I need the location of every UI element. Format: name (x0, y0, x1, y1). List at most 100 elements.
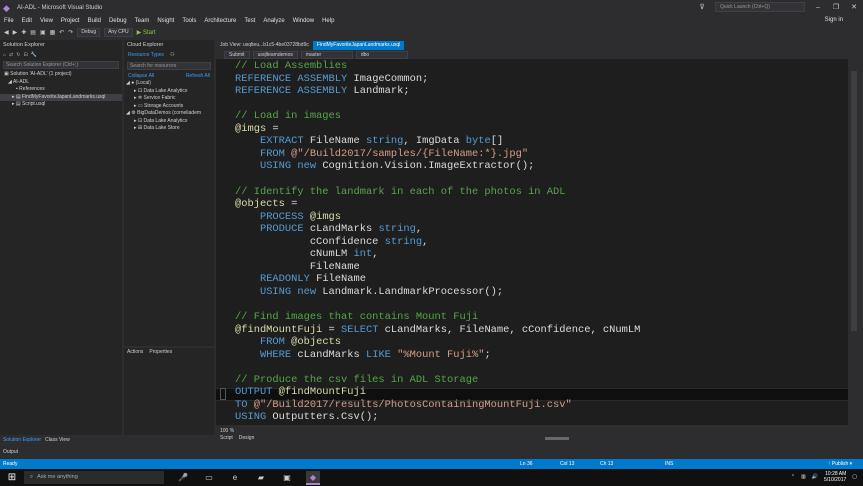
code-line[interactable]: USING new Landmark.LandmarkProcessor(); (235, 286, 503, 299)
microphone-icon[interactable]: 🎤 (176, 471, 190, 485)
account-select[interactable]: usqlteamdemos (252, 50, 298, 59)
code-line[interactable]: FROM @"/Build2017/samples/{FileName:*}.j… (235, 148, 528, 161)
code-editor[interactable]: // Load Assemblies REFERENCE ASSEMBLY Ima… (216, 59, 848, 425)
undo-icon[interactable]: ↶ (59, 29, 64, 36)
vertical-scrollbar-thumb[interactable] (851, 71, 857, 331)
tab-properties[interactable]: Properties (149, 348, 172, 357)
code-line[interactable]: PRODUCE cLandMarks string, (235, 223, 422, 236)
code-line[interactable]: PROCESS @imgs (235, 211, 341, 224)
menu-test[interactable]: Test (244, 18, 255, 24)
cloud-search-input[interactable]: Search for resources (127, 62, 211, 70)
tree-item-solution[interactable]: ▣ Solution 'AI-ADL' (1 project) (0, 71, 122, 79)
open-icon[interactable]: ▤ (30, 29, 36, 36)
code-line[interactable]: EXTRACT FileName string, ImgData byte[] (235, 135, 503, 148)
close-button[interactable]: ✕ (849, 3, 859, 11)
code-line[interactable]: FROM @objects (235, 336, 341, 349)
code-line[interactable]: // Produce the csv files in ADL Storage (235, 374, 478, 387)
code-line[interactable]: TO @"/Build2017/results/PhotosContaining… (235, 399, 572, 412)
windows-start-icon[interactable]: ⊞ (6, 472, 18, 484)
code-line[interactable]: WHERE cLandMarks LIKE "%Mount Fuji%"; (235, 349, 491, 362)
code-line[interactable]: READONLY FileName (235, 273, 366, 286)
store-icon[interactable]: ▣ (280, 471, 294, 485)
code-line[interactable]: OUTPUT @findMountFuji (235, 386, 366, 399)
save-icon[interactable]: ▣ (40, 29, 46, 36)
code-line[interactable]: // Load in images (235, 110, 341, 123)
code-line[interactable]: REFERENCE ASSEMBLY ImageCommon; (235, 73, 428, 86)
output-tab[interactable]: Output (0, 447, 60, 457)
tab-design[interactable]: Design (239, 435, 255, 441)
maximize-button[interactable]: ❐ (831, 3, 841, 11)
redo-icon[interactable]: ↷ (68, 29, 73, 36)
code-line[interactable]: // Load Assemblies (235, 60, 347, 73)
tree-item-data-lake-analytics-2[interactable]: ▸ ⊡ Data Lake Analytics (124, 118, 214, 126)
code-line[interactable]: USING Outputters.Csv(); (235, 411, 378, 424)
code-line[interactable]: // Find images that contains Mount Fuji (235, 311, 478, 324)
save-all-icon[interactable]: ▦ (50, 29, 56, 36)
platform-select[interactable]: Any CPU (104, 27, 133, 37)
code-line[interactable]: cNumLM int, (235, 248, 379, 261)
tree-item-script-file[interactable]: ▸ ▤ Script.usql (0, 101, 122, 109)
tree-item-data-lake-store[interactable]: ▸ ⊞ Data Lake Store (124, 125, 214, 133)
code-line[interactable]: cConfidence string, (235, 236, 429, 249)
visual-studio-taskbar-icon[interactable]: ◆ (306, 470, 320, 485)
taskbar-search-box[interactable]: ⌕ Ask me anything (24, 471, 164, 484)
menu-team[interactable]: Team (135, 18, 150, 24)
menu-window[interactable]: Window (293, 18, 314, 24)
menu-help[interactable]: Help (322, 18, 334, 24)
collapse-icon[interactable]: ⊟ (23, 52, 27, 58)
collapse-all-link[interactable]: Collapse All (128, 72, 154, 80)
menu-analyze[interactable]: Analyze (263, 18, 284, 24)
submit-button[interactable]: Submit (224, 50, 250, 59)
tree-item-data-lake-analytics[interactable]: ▸ ⊡ Data Lake Analytics (124, 88, 214, 96)
menu-debug[interactable]: Debug (109, 18, 127, 24)
menu-project[interactable]: Project (61, 18, 80, 24)
refresh-icon[interactable]: ↻ (16, 52, 20, 58)
sign-in-link[interactable]: Sign in (825, 17, 843, 23)
menu-tools[interactable]: Tools (182, 18, 196, 24)
quick-launch-input[interactable]: Quick Launch (Ctrl+Q) (715, 2, 805, 12)
properties-icon[interactable]: 🔧 (31, 52, 37, 58)
network-icon[interactable]: ▥ (801, 474, 806, 480)
code-line[interactable]: FileName (235, 261, 360, 274)
edge-browser-icon[interactable]: e (228, 471, 242, 485)
schema-select[interactable]: dbo (355, 50, 408, 59)
tab-job-view[interactable]: Job View: usqlteu...b1c5-4be03728bd9c (216, 41, 313, 50)
new-project-icon[interactable]: ✚ (21, 29, 26, 36)
code-line[interactable]: @findMountFuji = SELECT cLandMarks, File… (235, 324, 640, 337)
tab-usql-file[interactable]: FindMyFavoriteJapanLandmarks.usql (312, 41, 405, 50)
code-line[interactable]: @imgs = (235, 123, 279, 136)
tree-item-references[interactable]: ▪ References (0, 86, 122, 94)
menu-nsight[interactable]: Nsight (157, 18, 174, 24)
task-view-icon[interactable]: ▭ (202, 471, 216, 485)
tab-solution-explorer[interactable]: Solution Explorer (3, 437, 41, 443)
file-explorer-icon[interactable]: ▰ (254, 471, 268, 485)
tree-item-local[interactable]: ◢ ● (Local) (124, 80, 214, 88)
code-line[interactable]: REFERENCE ASSEMBLY Landmark; (235, 85, 410, 98)
notifications-icon[interactable]: ▢ (852, 474, 857, 480)
filter-icon[interactable]: ⊽ (697, 3, 707, 11)
vertical-scrollbar[interactable] (848, 59, 860, 425)
menu-file[interactable]: File (4, 18, 14, 24)
tree-item-project[interactable]: ◢ AI-ADL (0, 79, 122, 87)
code-line[interactable]: // Identify the landmark in each of the … (235, 186, 565, 199)
tree-item-usql-file-selected[interactable]: ▸ ▤ FindMyFavoriteJapanLandmarks.usql (0, 93, 122, 101)
user-icon[interactable]: ⚇ (170, 52, 174, 58)
volume-icon[interactable]: 🔊 (812, 474, 818, 480)
resource-types-dropdown[interactable]: Resource Types (128, 52, 164, 58)
menu-architecture[interactable]: Architecture (204, 18, 236, 24)
tab-script[interactable]: Script (220, 435, 233, 441)
refresh-all-link[interactable]: Refresh All (186, 72, 210, 80)
configuration-select[interactable]: Debug (77, 27, 101, 37)
menu-build[interactable]: Build (88, 18, 101, 24)
horizontal-scrollbar-thumb[interactable] (545, 437, 569, 440)
minimize-button[interactable]: – (813, 4, 823, 11)
tray-chevron-icon[interactable]: ⌃ (791, 474, 795, 480)
database-select[interactable]: master (300, 50, 353, 59)
tab-actions[interactable]: Actions (127, 348, 143, 357)
code-line[interactable]: USING new Cognition.Vision.ImageExtracto… (235, 160, 534, 173)
sync-icon[interactable]: ⇄ (9, 52, 13, 58)
publish-button[interactable]: ↑ Publish ▾ (828, 461, 852, 467)
menu-edit[interactable]: Edit (22, 18, 32, 24)
tree-item-storage-accounts[interactable]: ▸ ▭ Storage Accounts (124, 103, 214, 111)
back-icon[interactable]: ◀ (4, 29, 9, 36)
